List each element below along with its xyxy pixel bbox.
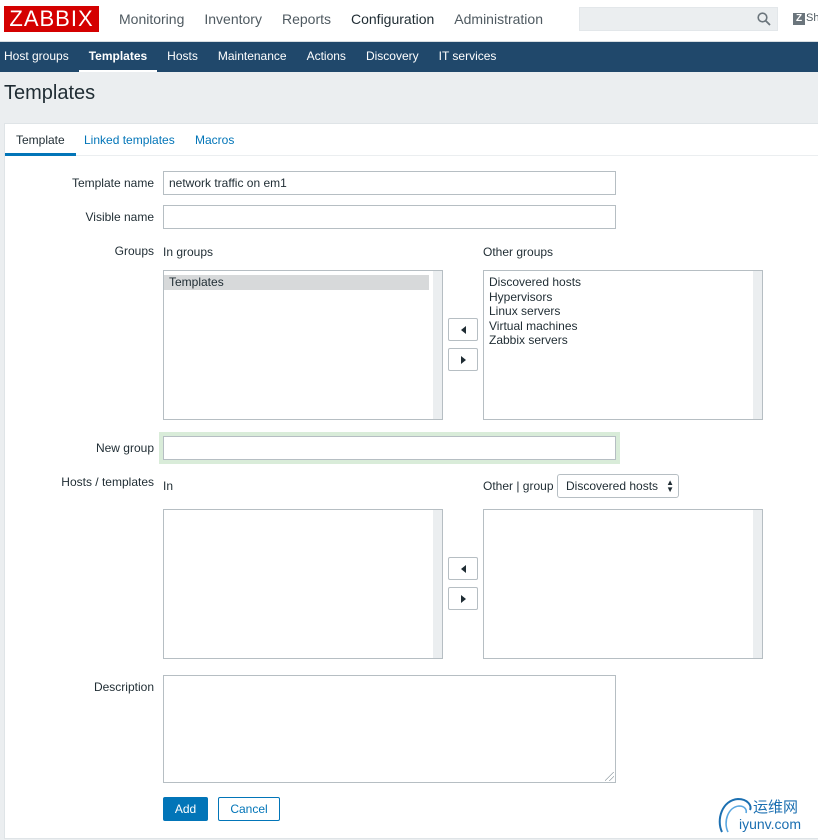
top-menu-administration[interactable]: Administration xyxy=(444,0,553,40)
tab-macros[interactable]: Macros xyxy=(184,124,245,156)
move-to-in-groups-button[interactable] xyxy=(448,318,478,341)
zabbix-logo[interactable]: ZABBIX xyxy=(4,6,99,32)
top-menu-inventory[interactable]: Inventory xyxy=(194,0,272,40)
hosts-templates-label: Hosts / templates xyxy=(61,475,154,489)
other-groups-option[interactable]: Zabbix servers xyxy=(484,333,762,348)
description-textarea[interactable] xyxy=(163,675,616,783)
other-group-label: Other | group xyxy=(483,479,554,493)
top-menu-reports[interactable]: Reports xyxy=(272,0,341,40)
search-input[interactable] xyxy=(579,7,778,31)
form-tabs: Template Linked templates Macros xyxy=(5,124,818,156)
other-hosts-listbox[interactable] xyxy=(483,509,763,659)
other-groups-option[interactable]: Hypervisors xyxy=(484,290,762,305)
share-icon: Z xyxy=(793,13,805,25)
visible-name-label: Visible name xyxy=(85,210,154,224)
other-groups-label: Other groups xyxy=(483,245,554,259)
tab-template[interactable]: Template xyxy=(5,124,76,156)
other-group-select[interactable]: Discovered hosts ▲ ▼ xyxy=(557,474,680,498)
in-hosts-scrollbar[interactable] xyxy=(433,510,442,658)
sub-menu-discovery[interactable]: Discovery xyxy=(356,42,429,72)
other-groups-option[interactable]: Linux servers xyxy=(484,304,762,319)
sub-menu-maintenance[interactable]: Maintenance xyxy=(208,42,297,72)
template-form-panel: Template Linked templates Macros Templat… xyxy=(4,123,818,839)
description-label: Description xyxy=(93,680,154,694)
sub-menu-it-services[interactable]: IT services xyxy=(429,42,507,72)
share-label: Sh xyxy=(806,12,818,24)
other-group-select-value: Discovered hosts xyxy=(566,479,659,493)
cancel-button[interactable]: Cancel xyxy=(218,797,280,821)
select-arrows-icon: ▲ ▼ xyxy=(666,478,675,494)
watermark: 运维网 iyunv.com xyxy=(714,794,818,836)
sub-menu-actions[interactable]: Actions xyxy=(297,42,356,72)
watermark-url-text: iyunv.com xyxy=(739,816,801,832)
other-groups-option[interactable]: Discovered hosts xyxy=(484,275,762,290)
other-groups-listbox[interactable]: Discovered hosts Hypervisors Linux serve… xyxy=(483,270,763,420)
search-icon[interactable] xyxy=(757,12,771,26)
arrow-left-icon xyxy=(460,325,466,334)
share-link[interactable]: Z Sh xyxy=(793,12,818,25)
sub-menu: Host groups Templates Hosts Maintenance … xyxy=(0,42,818,72)
move-to-other-groups-button[interactable] xyxy=(448,348,478,371)
other-groups-scrollbar[interactable] xyxy=(753,271,762,419)
in-groups-listbox[interactable]: Templates xyxy=(163,270,443,420)
sub-menu-host-groups[interactable]: Host groups xyxy=(0,42,79,72)
top-bar: ZABBIX Monitoring Inventory Reports Conf… xyxy=(0,0,818,42)
other-hosts-scrollbar[interactable] xyxy=(753,510,762,658)
groups-label: Groups xyxy=(114,244,154,258)
other-groups-option[interactable]: Virtual machines xyxy=(484,319,762,334)
watermark-cn-text: 运维网 xyxy=(753,799,799,816)
sub-menu-templates[interactable]: Templates xyxy=(78,42,158,72)
top-menu: Monitoring Inventory Reports Configurati… xyxy=(109,0,553,40)
top-menu-monitoring[interactable]: Monitoring xyxy=(109,0,194,40)
resize-grip-icon[interactable] xyxy=(605,772,614,781)
arrow-right-icon xyxy=(460,355,466,364)
move-to-in-hosts-button[interactable] xyxy=(448,557,478,580)
in-groups-label: In groups xyxy=(163,245,214,259)
visible-name-input[interactable] xyxy=(163,205,616,229)
new-group-label: New group xyxy=(95,441,154,455)
move-to-other-hosts-button[interactable] xyxy=(448,587,478,610)
new-group-input[interactable] xyxy=(163,436,616,460)
in-hosts-listbox[interactable] xyxy=(163,509,443,659)
tab-linked-templates[interactable]: Linked templates xyxy=(73,124,186,156)
in-groups-option[interactable]: Templates xyxy=(164,275,429,290)
add-button[interactable]: Add xyxy=(163,797,208,821)
template-name-label: Template name xyxy=(71,176,154,190)
template-name-input[interactable]: network traffic on em1 xyxy=(163,171,616,195)
in-label: In xyxy=(163,479,174,493)
arrow-left-icon xyxy=(460,564,466,573)
in-groups-scrollbar[interactable] xyxy=(433,271,442,419)
arrow-right-icon xyxy=(460,594,466,603)
page-title: Templates xyxy=(4,82,96,104)
top-menu-configuration[interactable]: Configuration xyxy=(341,0,444,40)
sub-menu-hosts[interactable]: Hosts xyxy=(157,42,208,72)
